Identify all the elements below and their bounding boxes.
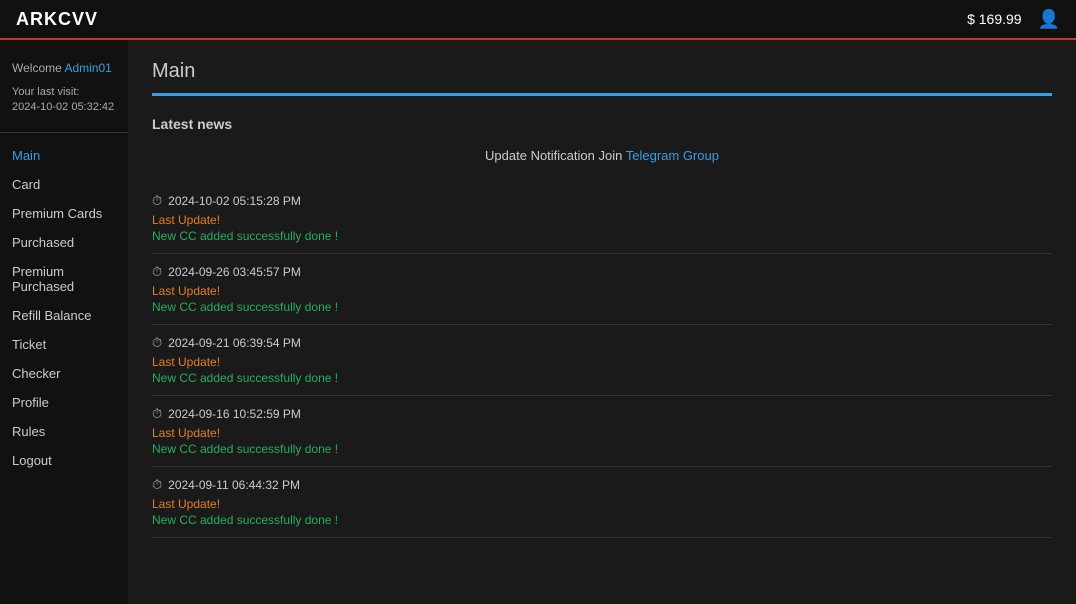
clock-icon: ⏱ — [152, 406, 162, 422]
sidebar-item-refill-balance[interactable]: Refill Balance — [0, 301, 128, 330]
news-last-update: Last Update! — [152, 426, 1052, 440]
news-message: New CC added successfully done ! — [152, 513, 1052, 527]
sidebar-item-ticket[interactable]: Ticket — [0, 330, 128, 359]
latest-news-header: Latest news — [152, 116, 1052, 132]
news-last-update: Last Update! — [152, 497, 1052, 511]
brand-logo: ARKCVV — [16, 9, 98, 30]
last-visit-label: Your last visit: — [12, 85, 116, 100]
layout: Welcome Admin01 Your last visit: 2024-10… — [0, 40, 1076, 604]
news-item: ⏱ 2024-09-16 10:52:59 PM Last Update! New C… — [152, 396, 1052, 467]
sidebar-item-profile[interactable]: Profile — [0, 388, 128, 417]
timestamp-text: 2024-09-11 06:44:32 PM — [168, 478, 300, 492]
clock-icon: ⏱ — [152, 193, 162, 209]
clock-icon: ⏱ — [152, 477, 162, 493]
balance-display: $ 169.99 — [967, 11, 1022, 27]
user-icon[interactable]: 👤 — [1038, 9, 1060, 30]
clock-icon: ⏱ — [152, 264, 162, 280]
news-list: ⏱ 2024-10-02 05:15:28 PM Last Update! New C… — [152, 183, 1052, 538]
news-message: New CC added successfully done ! — [152, 442, 1052, 456]
notification-prefix: Update Notification Join — [485, 148, 622, 163]
title-underline — [152, 93, 1052, 96]
news-item: ⏱ 2024-09-11 06:44:32 PM Last Update! New C… — [152, 467, 1052, 538]
notification-bar: Update Notification Join Telegram Group — [152, 148, 1052, 163]
news-timestamp: ⏱ 2024-09-26 03:45:57 PM — [152, 264, 1052, 280]
news-last-update: Last Update! — [152, 284, 1052, 298]
telegram-link[interactable]: Telegram Group — [626, 148, 719, 163]
sidebar-welcome: Welcome Admin01 — [0, 52, 128, 81]
news-timestamp: ⏱ 2024-10-02 05:15:28 PM — [152, 193, 1052, 209]
news-message: New CC added successfully done ! — [152, 300, 1052, 314]
news-item: ⏱ 2024-09-21 06:39:54 PM Last Update! New C… — [152, 325, 1052, 396]
news-timestamp: ⏱ 2024-09-11 06:44:32 PM — [152, 477, 1052, 493]
sidebar-item-checker[interactable]: Checker — [0, 359, 128, 388]
sidebar-username: Admin01 — [64, 61, 111, 75]
sidebar-last-visit: Your last visit: 2024-10-02 05:32:42 — [0, 81, 128, 128]
welcome-label: Welcome — [12, 61, 64, 75]
sidebar-divider — [0, 132, 128, 133]
sidebar: Welcome Admin01 Your last visit: 2024-10… — [0, 40, 128, 604]
sidebar-item-card[interactable]: Card — [0, 170, 128, 199]
sidebar-item-premium-purchased[interactable]: Premium Purchased — [0, 257, 128, 301]
news-message: New CC added successfully done ! — [152, 371, 1052, 385]
navbar: ARKCVV $ 169.99 👤 — [0, 0, 1076, 40]
clock-icon: ⏱ — [152, 335, 162, 351]
timestamp-text: 2024-09-16 10:52:59 PM — [168, 407, 301, 421]
last-visit-time: 2024-10-02 05:32:42 — [12, 100, 116, 115]
timestamp-text: 2024-09-21 06:39:54 PM — [168, 336, 301, 350]
news-timestamp: ⏱ 2024-09-21 06:39:54 PM — [152, 335, 1052, 351]
news-item: ⏱ 2024-09-26 03:45:57 PM Last Update! New C… — [152, 254, 1052, 325]
news-item: ⏱ 2024-10-02 05:15:28 PM Last Update! New C… — [152, 183, 1052, 254]
news-last-update: Last Update! — [152, 355, 1052, 369]
page-title: Main — [152, 60, 1052, 83]
news-timestamp: ⏱ 2024-09-16 10:52:59 PM — [152, 406, 1052, 422]
main-content: Main Latest news Update Notification Joi… — [128, 40, 1076, 604]
news-last-update: Last Update! — [152, 213, 1052, 227]
sidebar-item-premium-cards[interactable]: Premium Cards — [0, 199, 128, 228]
sidebar-nav: MainCardPremium CardsPurchasedPremium Pu… — [0, 141, 128, 475]
sidebar-item-purchased[interactable]: Purchased — [0, 228, 128, 257]
timestamp-text: 2024-10-02 05:15:28 PM — [168, 194, 301, 208]
timestamp-text: 2024-09-26 03:45:57 PM — [168, 265, 301, 279]
sidebar-item-main[interactable]: Main — [0, 141, 128, 170]
sidebar-item-rules[interactable]: Rules — [0, 417, 128, 446]
news-message: New CC added successfully done ! — [152, 229, 1052, 243]
navbar-right: $ 169.99 👤 — [967, 9, 1060, 30]
sidebar-item-logout[interactable]: Logout — [0, 446, 128, 475]
